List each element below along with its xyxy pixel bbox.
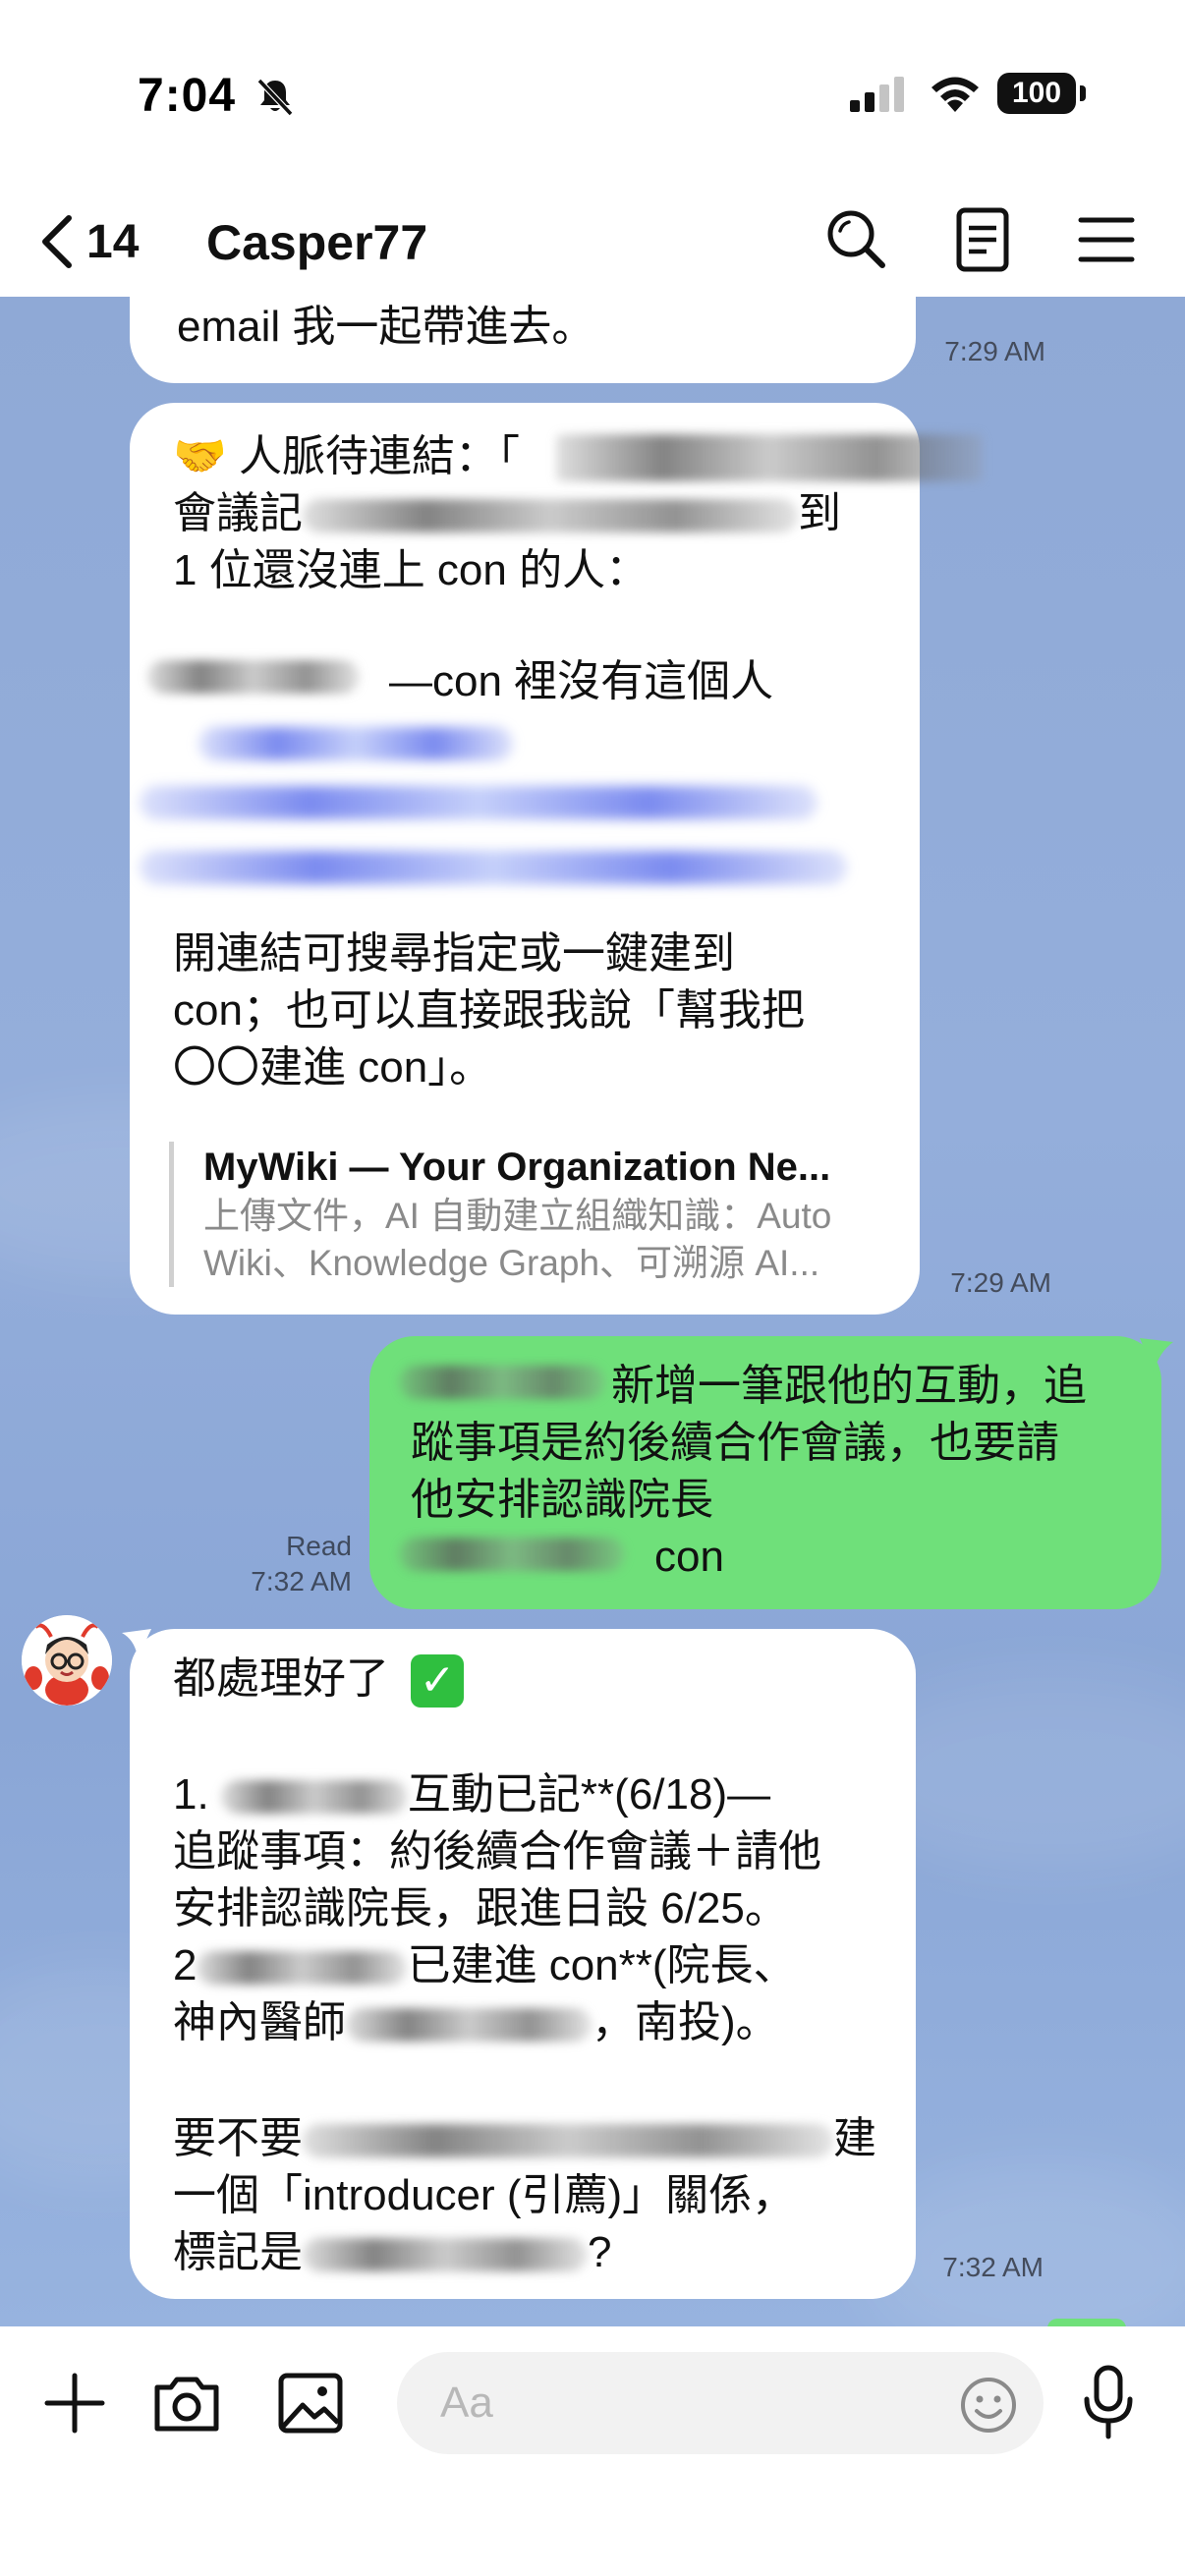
message-line: 一個「introducer (引薦)」關係，	[173, 2171, 796, 2219]
message-line: 安排認識院長，跟進日設 6/25。	[173, 1884, 788, 1932]
redacted-link[interactable]	[198, 727, 513, 760]
message-time: 7:29 AM	[944, 336, 1045, 366]
check-mark-icon: ✓	[411, 1654, 465, 1708]
composer-bar	[0, 2326, 1185, 2576]
redacted-link[interactable]	[140, 786, 818, 819]
status-time: 7:04	[138, 70, 237, 122]
message-line: —con 裡沒有這個人	[389, 657, 774, 705]
incoming-message[interactable]: 都處理好了 ✓ 1. 互動已記**(6/18)— 追蹤事項：約後續合作會議＋請他…	[130, 1629, 916, 2299]
message-line: 他安排認識院長	[411, 1476, 713, 1524]
message-line: 2 已建進 con**(院長、	[173, 1941, 797, 1989]
message-line: 1 位還沒連上 con 的人：	[173, 546, 649, 594]
bot-avatar[interactable]	[22, 1615, 112, 1706]
read-receipt: Read	[286, 1531, 352, 1561]
chat-title: Casper77	[206, 215, 428, 270]
plus-icon[interactable]	[39, 2368, 110, 2438]
redacted-text	[220, 1780, 408, 1815]
mic-icon[interactable]	[1079, 2364, 1138, 2440]
message-line: 神內醫師 ，南投)。	[173, 1998, 779, 2046]
message-line: 蹤事項是約後續合作會議，也要請	[411, 1419, 1059, 1467]
status-bar: 7:04 100	[0, 0, 1185, 187]
avatar-lobster-icon	[22, 1615, 112, 1706]
message-time: 7:32 AM	[251, 1566, 352, 1596]
bell-muted-icon	[256, 78, 294, 117]
back-chevron-icon	[42, 215, 72, 268]
link-preview-description: 上傳文件，AI 自動建立組織知識：Auto	[203, 1196, 832, 1236]
link-preview-description: Wiki、Knowledge Graph、可溯源 AI...	[203, 1243, 820, 1283]
message-line: 🤝 人脈待連結：「	[173, 432, 521, 480]
redacted-link[interactable]	[140, 851, 847, 884]
redacted-text	[303, 499, 798, 533]
bubble-tail	[1140, 1338, 1173, 1372]
search-icon[interactable]	[821, 204, 892, 275]
signal-icon	[850, 77, 904, 112]
link-preview-title: MyWiki — Your Organization Ne...	[203, 1146, 831, 1189]
handshake-icon: 🤝	[173, 432, 227, 480]
redacted-text	[303, 2124, 833, 2158]
message-paragraph: 開連結可搜尋指定或一鍵建到 con；也可以直接跟我說「幫我把 〇〇建進 con」…	[173, 929, 805, 1092]
message-input[interactable]	[397, 2352, 1044, 2454]
menu-icon[interactable]	[1071, 204, 1142, 275]
redacted-text	[399, 1538, 625, 1571]
redacted-text	[303, 2238, 588, 2272]
redacted-text	[556, 434, 983, 481]
partial-bubble	[1047, 2319, 1126, 2326]
notes-icon[interactable]	[947, 204, 1018, 275]
incoming-message[interactable]: 🤝 人脈待連結：「 會議記到 1 位還沒連上 con 的人： —con 裡沒有這…	[130, 403, 920, 1315]
message-line: con	[654, 1533, 724, 1581]
message-text: email 我一起帶進去。	[177, 303, 595, 351]
incoming-message[interactable]: email 我一起帶進去。	[130, 297, 916, 383]
message-time: 7:29 AM	[950, 1267, 1051, 1298]
link-preview[interactable]: MyWiki — Your Organization Ne... 上傳文件，AI…	[169, 1142, 931, 1287]
message-line: 要不要建	[173, 2114, 876, 2162]
message-time: 7:32 AM	[942, 2252, 1044, 2282]
message-line: 追蹤事項：約後續合作會議＋請他	[173, 1827, 821, 1876]
emoji-icon[interactable]	[959, 2376, 1018, 2435]
camera-icon[interactable]	[151, 2368, 222, 2438]
chat-header: 14 Casper77	[0, 187, 1185, 297]
redacted-text	[197, 1951, 408, 1986]
message-line: 1. 互動已記**(6/18)—	[173, 1770, 771, 1819]
message-line: 都處理好了 ✓	[173, 1651, 465, 1708]
outgoing-message[interactable]: 新增一筆跟他的互動，追 蹤事項是約後續合作會議，也要請 他安排認識院長 con	[369, 1336, 1161, 1609]
redacted-text	[147, 660, 360, 694]
battery-icon: 100	[997, 73, 1086, 114]
message-line: 標記是?	[173, 2228, 612, 2276]
wifi-icon	[931, 77, 979, 112]
message-line: 會議記到	[173, 489, 841, 537]
redacted-text	[399, 1366, 605, 1399]
image-icon[interactable]	[275, 2368, 346, 2438]
redacted-text	[346, 2008, 592, 2043]
message-line: 新增一筆跟他的互動，追	[611, 1362, 1087, 1410]
back-button[interactable]: 14	[37, 208, 139, 275]
unread-count: 14	[86, 215, 140, 268]
chat-area[interactable]: email 我一起帶進去。 7:29 AM 🤝 人脈待連結：「 會議記到 1 位…	[0, 297, 1185, 2326]
